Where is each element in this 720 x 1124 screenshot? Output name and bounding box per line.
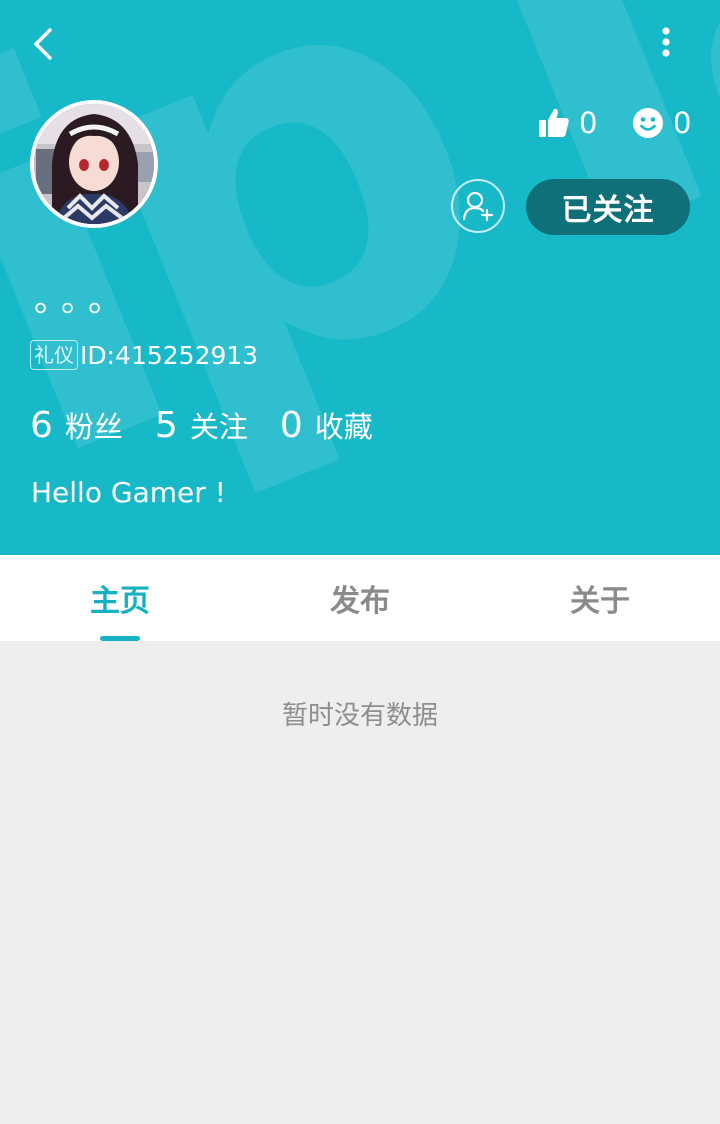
following-count-group[interactable]: 5 关注	[155, 404, 248, 446]
likes-counter[interactable]: 0	[538, 103, 597, 143]
nickname: 。。。	[34, 280, 132, 320]
tab-about[interactable]: 关于	[480, 555, 720, 641]
user-id: ID:415252913	[80, 340, 259, 370]
profile-page: ipTa 0 0 已关注 。。。 礼仪 ID:415252913 6 粉丝 5 …	[0, 0, 720, 1124]
more-options-button[interactable]	[646, 22, 686, 66]
following-count: 5	[154, 405, 178, 446]
following-button[interactable]: 已关注	[526, 179, 690, 235]
chevron-left-icon	[34, 28, 52, 60]
following-label: 关注	[189, 410, 248, 444]
etiquette-badge: 礼仪	[30, 340, 78, 370]
fans-count: 6	[30, 405, 53, 446]
fans-label: 粉丝	[64, 410, 123, 444]
favorites-count-group[interactable]: 0 收藏	[280, 404, 373, 446]
profile-counts: 6 粉丝 5 关注 0 收藏	[30, 404, 405, 450]
tab-about-label: 关于	[570, 584, 630, 619]
add-friend-button[interactable]	[451, 179, 505, 233]
smiles-counter[interactable]: 0	[632, 103, 691, 143]
more-vertical-icon	[662, 27, 670, 57]
back-button[interactable]	[22, 22, 66, 66]
smiley-icon	[633, 108, 663, 138]
tab-home[interactable]: 主页	[0, 555, 240, 641]
background-watermark: ipTa	[0, 0, 720, 555]
tab-posts[interactable]: 发布	[240, 555, 480, 641]
tab-content: 暂时没有数据	[0, 641, 720, 1124]
thumbs-up-icon	[539, 108, 569, 137]
id-row: 礼仪 ID:415252913	[30, 339, 258, 371]
tab-home-label: 主页	[90, 584, 150, 619]
smiles-count: 0	[673, 106, 692, 140]
favorites-label: 收藏	[314, 410, 373, 444]
fans-count-group[interactable]: 6 粉丝	[30, 404, 123, 446]
likes-count: 0	[579, 106, 598, 140]
profile-tabs: 主页 发布 关于	[0, 555, 720, 641]
empty-state-message: 暂时没有数据	[281, 701, 438, 731]
favorites-count: 0	[279, 405, 303, 446]
bio-text: Hello Gamer !	[31, 476, 226, 509]
user-plus-icon	[462, 191, 494, 222]
profile-header: ipTa 0 0 已关注 。。。 礼仪 ID:415252913 6 粉丝 5 …	[0, 0, 720, 555]
tab-posts-label: 发布	[330, 584, 390, 619]
avatar-image	[34, 104, 154, 224]
avatar[interactable]	[30, 100, 158, 228]
